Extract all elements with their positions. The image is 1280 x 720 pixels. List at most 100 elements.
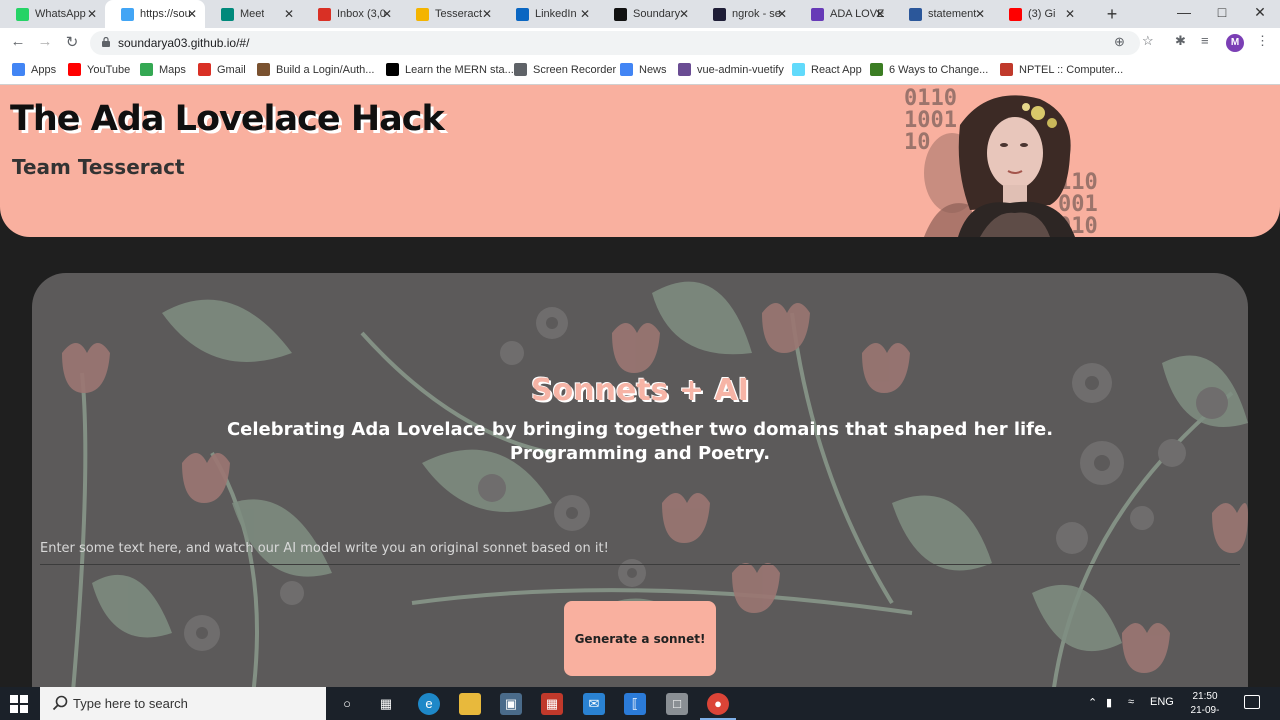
browser-tab[interactable]: ngrok - se ✕: [697, 0, 795, 28]
reload-icon[interactable]: ↻: [62, 33, 82, 51]
close-tab-icon[interactable]: ✕: [1065, 7, 1075, 21]
vscode-icon[interactable]: ⟦: [624, 693, 646, 715]
bookmark-item[interactable]: Gmail: [198, 63, 246, 76]
bookmark-site-icon: [870, 63, 883, 76]
bookmark-item[interactable]: React App: [792, 63, 862, 76]
browser-tab[interactable]: (3) Gi ✕: [993, 0, 1083, 28]
bookmark-item[interactable]: vue-admin-vuetify: [678, 63, 784, 76]
battery-icon[interactable]: ▮: [1106, 696, 1112, 709]
bookmark-label: vue-admin-vuetify: [697, 63, 784, 76]
close-tab-icon[interactable]: ✕: [975, 7, 985, 21]
browser-tab[interactable]: https://sou ✕: [105, 0, 205, 28]
close-tab-icon[interactable]: ✕: [284, 7, 294, 21]
bookmark-item[interactable]: Apps: [12, 63, 56, 76]
bookmark-site-icon: [257, 63, 270, 76]
close-tab-icon[interactable]: ✕: [187, 7, 197, 21]
bookmark-item[interactable]: Learn the MERN sta...: [386, 63, 514, 76]
bookmark-star-icon[interactable]: ☆: [1142, 33, 1154, 49]
browser-tab[interactable]: ADA LOVE ✕: [795, 0, 893, 28]
browser-tab[interactable]: Inbox (3,0 ✕: [302, 0, 400, 28]
task-view-icon[interactable]: ▦: [375, 693, 397, 715]
url-text[interactable]: soundarya03.github.io/#/: [118, 36, 249, 50]
maximize-icon[interactable]: □: [1214, 4, 1230, 20]
bookmark-label: Learn the MERN sta...: [405, 63, 514, 76]
tab-title: WhatsApp: [35, 8, 86, 20]
avatar[interactable]: M: [1226, 34, 1244, 52]
maps-pin-icon: [140, 63, 153, 76]
bookmark-label: 6 Ways to Change...: [889, 63, 989, 76]
browser-tab[interactable]: Tesseract ✕: [400, 0, 500, 28]
tab-title: (3) Gi: [1028, 8, 1056, 20]
back-arrow-icon[interactable]: ←: [8, 33, 28, 50]
browser-tab[interactable]: LinkedIn ✕: [500, 0, 598, 28]
youtube-icon: [1009, 7, 1022, 21]
browser-tab[interactable]: Soundary ✕: [598, 0, 697, 28]
cortana-icon[interactable]: ○: [336, 693, 358, 715]
system-clock[interactable]: 21:50 21-09-2020: [1180, 690, 1230, 720]
close-tab-icon[interactable]: ✕: [580, 7, 590, 21]
new-tab-button[interactable]: +: [1104, 4, 1120, 25]
close-tab-icon[interactable]: ✕: [382, 7, 392, 21]
bookmark-label: Screen Recorder: [533, 63, 617, 76]
bookmark-item[interactable]: Build a Login/Auth...: [257, 63, 374, 76]
mail-icon[interactable]: ✉: [583, 693, 605, 715]
flutter-icon: [121, 7, 134, 21]
news-icon: [620, 63, 633, 76]
close-window-icon[interactable]: ✕: [1252, 4, 1268, 21]
windows-taskbar: Type here to search ○ ▦ e ▣ ▦ ✉ ⟦ □ ● ⌃ …: [0, 687, 1280, 720]
search-icon: [52, 695, 68, 711]
linkedin-icon: [516, 7, 529, 21]
taskbar-search-box[interactable]: Type here to search: [40, 687, 326, 720]
apps-grid-icon: [12, 63, 25, 76]
gmail-icon: [318, 7, 331, 21]
bookmark-label: Gmail: [217, 63, 246, 76]
forms-icon: [811, 7, 824, 21]
file-explorer-icon[interactable]: [459, 693, 481, 715]
browser-tab[interactable]: WhatsApp ✕: [0, 0, 105, 28]
github-cat-icon: [678, 63, 691, 76]
wifi-icon[interactable]: ≈: [1128, 696, 1134, 708]
close-tab-icon[interactable]: ✕: [87, 7, 97, 21]
bookmark-item[interactable]: NPTEL :: Computer...: [1000, 63, 1123, 76]
close-tab-icon[interactable]: ✕: [777, 7, 787, 21]
install-app-icon[interactable]: ⊕: [1114, 34, 1125, 50]
bookmark-item[interactable]: 6 Ways to Change...: [870, 63, 988, 76]
close-tab-icon[interactable]: ✕: [875, 7, 885, 21]
media-queue-icon[interactable]: ≡: [1201, 33, 1209, 48]
bookmark-item[interactable]: YouTube: [68, 63, 130, 76]
tab-title: Tesseract: [435, 8, 483, 20]
browser-tab[interactable]: Meet ✕: [205, 0, 302, 28]
chrome-menu-icon[interactable]: ⋮: [1256, 33, 1269, 49]
hero-subtitle: Celebrating Ada Lovelace by bringing tog…: [226, 419, 1054, 464]
bookmark-item[interactable]: Screen Recorder: [514, 63, 616, 76]
generate-sonnet-button[interactable]: Generate a sonnet!: [564, 601, 716, 676]
language-indicator[interactable]: ENG: [1150, 696, 1174, 708]
omnibox[interactable]: soundarya03.github.io/#/ ⊕: [90, 31, 1140, 55]
bookmark-item[interactable]: News: [620, 63, 667, 76]
store-icon[interactable]: ▣: [500, 693, 522, 715]
address-bar: ← → ↻ soundarya03.github.io/#/ ⊕ ☆ ✱ ≡ ⋮: [0, 28, 1280, 58]
bookmark-item[interactable]: Maps: [140, 63, 186, 76]
notification-center-icon[interactable]: [1244, 695, 1260, 709]
windows-start-icon[interactable]: [10, 695, 28, 713]
meet-icon: [221, 7, 234, 21]
chrome-icon[interactable]: ●: [707, 693, 729, 715]
tab-strip: WhatsApp ✕ https://sou ✕ Meet ✕ Inbox (3,0 ✕ Tes…: [0, 0, 1280, 28]
gift-app-icon[interactable]: ▦: [541, 693, 563, 715]
tab-title: https://sou: [140, 8, 191, 20]
page-content: The Ada Lovelace Hack Team Tesseract 011…: [0, 85, 1280, 687]
react-icon: [792, 63, 805, 76]
extensions-puzzle-icon[interactable]: ✱: [1175, 33, 1186, 49]
close-tab-icon[interactable]: ✕: [679, 7, 689, 21]
chevron-up-icon[interactable]: ⌃: [1088, 696, 1097, 709]
browser-tab[interactable]: statement ✕: [893, 0, 993, 28]
bookmark-label: Maps: [159, 63, 186, 76]
app-window-icon[interactable]: □: [666, 693, 688, 715]
slides-icon: [416, 7, 429, 21]
close-tab-icon[interactable]: ✕: [482, 7, 492, 21]
minimize-icon[interactable]: —: [1176, 4, 1192, 20]
bookmark-label: NPTEL :: Computer...: [1019, 63, 1124, 76]
edge-browser-icon[interactable]: e: [418, 693, 440, 715]
sonnet-prompt-input[interactable]: [40, 533, 1240, 565]
forward-arrow-icon[interactable]: →: [35, 33, 55, 50]
